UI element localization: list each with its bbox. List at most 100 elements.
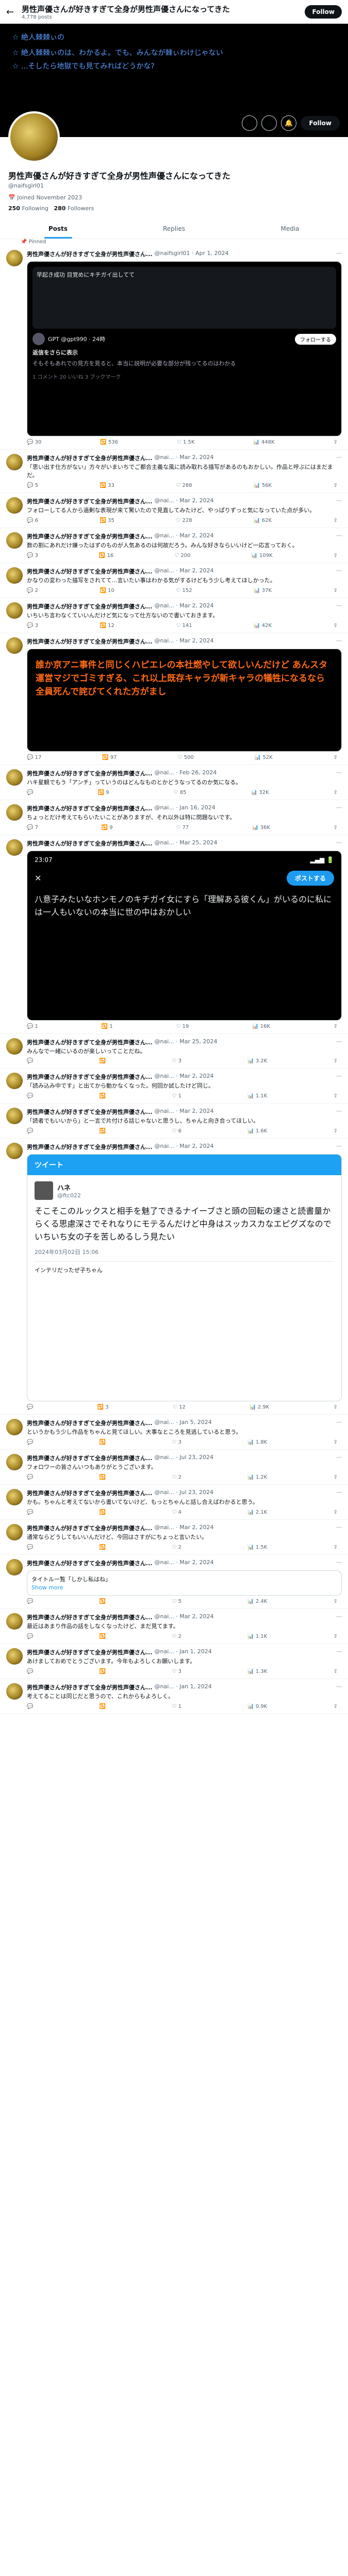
like-icon[interactable]: ♡ 6 bbox=[172, 1128, 181, 1134]
like-icon[interactable]: ♡ 3 bbox=[172, 1669, 181, 1674]
views-icon[interactable]: 📊 448K bbox=[253, 439, 274, 445]
avatar[interactable] bbox=[6, 567, 23, 584]
repost-icon[interactable]: 🔁 bbox=[100, 1475, 106, 1480]
more-icon[interactable]: ⋯ bbox=[333, 1489, 342, 1497]
share-icon[interactable]: ⇪ bbox=[334, 1545, 338, 1550]
more-icon[interactable]: ⋯ bbox=[333, 1613, 342, 1621]
reply-icon[interactable]: 💬 bbox=[27, 790, 33, 795]
post-author[interactable]: 男性声優さんが好きすぎて全身が男性声優さん... bbox=[27, 1108, 153, 1116]
repost-icon[interactable]: 🔁 12 bbox=[100, 623, 114, 629]
share-icon[interactable]: ⇪ bbox=[334, 1024, 338, 1029]
share-icon[interactable]: ⇪ bbox=[334, 755, 338, 760]
avatar[interactable] bbox=[6, 250, 23, 266]
post-author[interactable]: 男性声優さんが好きすぎて全身が男性声優さん... bbox=[27, 804, 153, 812]
quoted-post[interactable]: タイトル一覧「しかし私はね」 Show more bbox=[27, 1570, 342, 1596]
avatar[interactable] bbox=[6, 839, 23, 856]
tab-media[interactable]: Media bbox=[232, 219, 348, 239]
share-icon[interactable]: ⇪ bbox=[334, 825, 338, 831]
more-icon[interactable]: ⋯ bbox=[333, 1108, 342, 1116]
repost-icon[interactable]: 🔁 35 bbox=[100, 518, 114, 523]
more-icon[interactable]: ⋯ bbox=[333, 1683, 342, 1691]
reply-icon[interactable]: 💬 bbox=[27, 1599, 33, 1604]
avatar[interactable] bbox=[6, 1524, 23, 1541]
post[interactable]: 男性声優さんが好きすぎて全身が男性声優さん... @nai... · Jan 5… bbox=[0, 1415, 348, 1450]
share-icon[interactable]: ⇪ bbox=[334, 1669, 338, 1674]
reply-icon[interactable]: 💬 bbox=[27, 1510, 33, 1515]
like-icon[interactable]: ♡ 19 bbox=[176, 1024, 189, 1029]
like-icon[interactable]: ♡ 141 bbox=[176, 623, 192, 629]
post-button[interactable]: ポストする bbox=[286, 870, 334, 886]
repost-icon[interactable]: 🔁 16 bbox=[99, 553, 113, 558]
views-icon[interactable]: 📊 42K bbox=[254, 623, 272, 629]
post[interactable]: 男性声優さんが好きすぎて全身が男性声優さん... @nai... · Mar 2… bbox=[0, 493, 348, 528]
reply-icon[interactable]: 💬 17 bbox=[27, 755, 41, 760]
avatar[interactable] bbox=[6, 602, 23, 619]
like-icon[interactable]: ♡ 12 bbox=[173, 1404, 186, 1410]
avatar[interactable] bbox=[6, 1038, 23, 1055]
repost-icon[interactable]: 🔁 bbox=[100, 1093, 106, 1099]
like-icon[interactable]: ♡ 1.5K bbox=[177, 439, 195, 445]
repost-icon[interactable]: 🔁 bbox=[100, 1704, 106, 1709]
post[interactable]: 男性声優さんが好きすぎて全身が男性声優さん... @nai... · Mar 2… bbox=[0, 528, 348, 563]
embedded-follow-button[interactable]: フォローする bbox=[295, 333, 336, 345]
share-icon[interactable]: ⇪ bbox=[334, 1128, 338, 1134]
views-icon[interactable]: 📊 0.9K bbox=[247, 1704, 267, 1709]
post-author[interactable]: 男性声優さんが好きすぎて全身が男性声優さん... bbox=[27, 497, 153, 505]
repost-icon[interactable]: 🔁 9 bbox=[98, 790, 109, 795]
like-icon[interactable]: ♡ 5 bbox=[172, 1599, 181, 1604]
post-media-image[interactable]: ツイート ハネ @ftc022 そこそこのルックスと相手を魅了できるナイーブさと頭… bbox=[27, 1154, 342, 1402]
post[interactable]: 男性声優さんが好きすぎて全身が男性声優さん... @naifsgirl01 · … bbox=[0, 246, 348, 450]
views-icon[interactable]: 📊 16K bbox=[252, 1024, 270, 1029]
repost-icon[interactable]: 🔁 9 bbox=[102, 825, 113, 831]
like-icon[interactable]: ♡ 152 bbox=[176, 588, 192, 594]
like-icon[interactable]: ♡ 77 bbox=[176, 825, 189, 831]
notification-bell-icon[interactable]: 🔔 bbox=[281, 115, 297, 131]
more-icon[interactable]: ⋯ bbox=[333, 454, 342, 462]
like-icon[interactable]: ♡ 200 bbox=[174, 553, 190, 558]
like-icon[interactable]: ♡ 85 bbox=[174, 790, 187, 795]
repost-icon[interactable]: 🔁 10 bbox=[100, 588, 114, 594]
reply-icon[interactable]: 💬 5 bbox=[27, 483, 38, 488]
share-icon[interactable]: ⇪ bbox=[334, 1510, 338, 1515]
reply-icon[interactable]: 💬 bbox=[27, 1634, 33, 1639]
reply-icon[interactable]: 💬 bbox=[27, 1545, 33, 1550]
reply-icon[interactable]: 💬 bbox=[27, 1404, 33, 1410]
reply-icon[interactable]: 💬 bbox=[27, 1669, 33, 1674]
avatar[interactable] bbox=[6, 1559, 23, 1576]
post[interactable]: 男性声優さんが好きすぎて全身が男性声優さん... @nai... · Mar 2… bbox=[0, 1069, 348, 1104]
reply-icon[interactable]: 💬 bbox=[27, 1058, 33, 1064]
repost-icon[interactable]: 🔁 536 bbox=[100, 439, 118, 445]
avatar[interactable] bbox=[6, 804, 23, 821]
views-icon[interactable]: 📊 1.1K bbox=[247, 1634, 267, 1639]
close-icon[interactable]: ✕ bbox=[35, 873, 41, 883]
share-icon[interactable]: ⇪ bbox=[334, 1599, 338, 1604]
repost-icon[interactable]: 🔁 bbox=[100, 1599, 106, 1604]
like-icon[interactable]: ♡ 4 bbox=[172, 1510, 181, 1515]
repost-icon[interactable]: 🔁 bbox=[100, 1058, 106, 1064]
views-icon[interactable]: 📊 56K bbox=[254, 483, 272, 488]
repost-icon[interactable]: 🔁 bbox=[100, 1128, 106, 1134]
share-icon[interactable]: ⇪ bbox=[334, 553, 338, 558]
post-author[interactable]: 男性声優さんが好きすぎて全身が男性声優さん... bbox=[27, 1454, 153, 1462]
avatar[interactable] bbox=[8, 111, 60, 163]
more-icon[interactable]: ⋯ bbox=[333, 250, 342, 258]
views-icon[interactable]: 📊 1.5K bbox=[247, 1545, 267, 1550]
avatar[interactable] bbox=[6, 1143, 23, 1160]
more-icon[interactable]: ⋯ bbox=[333, 804, 342, 812]
views-icon[interactable]: 📊 1.8K bbox=[247, 1439, 267, 1445]
like-icon[interactable]: ♡ 3 bbox=[172, 1058, 181, 1064]
more-icon[interactable]: ⋯ bbox=[333, 532, 342, 540]
like-icon[interactable]: ♡ 1 bbox=[172, 1704, 181, 1709]
post-author[interactable]: 男性声優さんが好きすぎて全身が男性声優さん... bbox=[27, 769, 153, 777]
avatar[interactable] bbox=[6, 1454, 23, 1471]
post-author[interactable]: 男性声優さんが好きすぎて全身が男性声優さん... bbox=[27, 1648, 153, 1656]
reply-icon[interactable]: 💬 bbox=[27, 1128, 33, 1134]
reply-icon[interactable]: 💬 3 bbox=[27, 553, 38, 558]
share-icon[interactable]: ⇪ bbox=[334, 1093, 338, 1099]
share-icon[interactable]: ⇪ bbox=[334, 588, 338, 594]
post-author[interactable]: 男性声優さんが好きすぎて全身が男性声優さん... bbox=[27, 454, 153, 462]
like-icon[interactable]: ♡ 3 bbox=[172, 1439, 181, 1445]
post-author[interactable]: 男性声優さんが好きすぎて全身が男性声優さん... bbox=[27, 1419, 153, 1427]
like-icon[interactable]: ♡ 1 bbox=[172, 1093, 181, 1099]
repost-icon[interactable]: 🔁 bbox=[100, 1634, 106, 1639]
